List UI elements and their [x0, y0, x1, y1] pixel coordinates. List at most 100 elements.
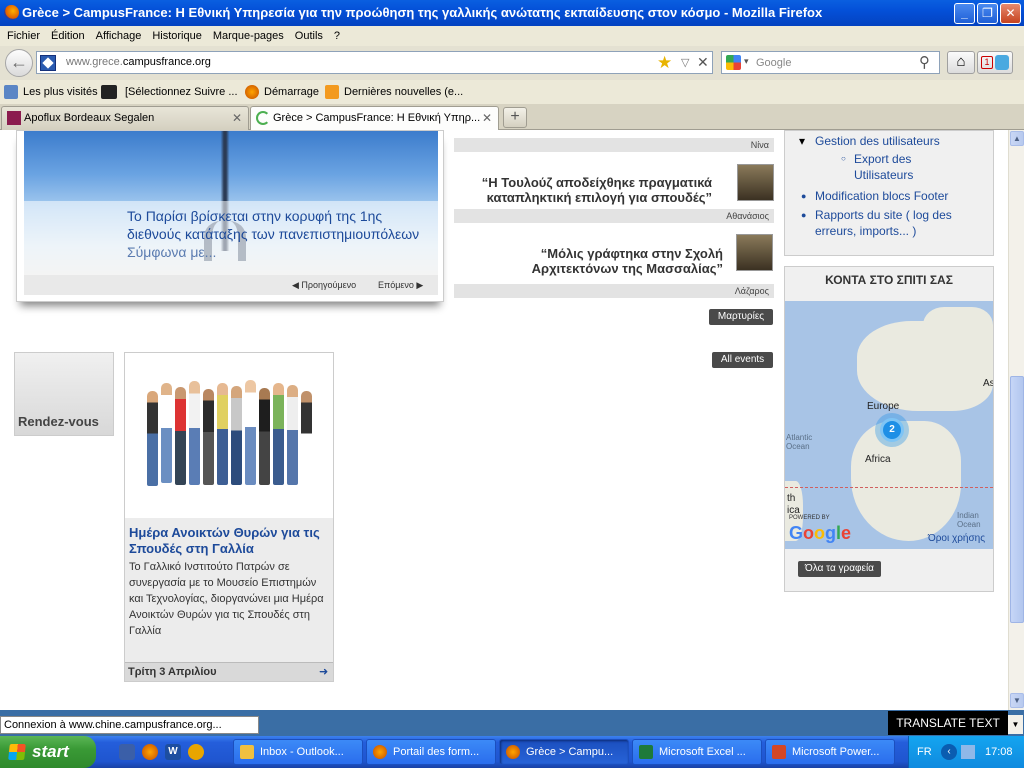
search-bar[interactable]: ▾ Google ⚲ — [721, 51, 940, 74]
firefox-icon — [506, 745, 520, 759]
event-title[interactable]: Ημέρα Ανοικτών Θυρών για τις Σπουδές στη… — [129, 525, 329, 557]
menu-edition[interactable]: Édition — [45, 26, 90, 46]
status-text: Connexion à www.chine.campusfrance.org..… — [0, 716, 259, 734]
scroll-down-icon[interactable]: ▼ — [1010, 693, 1024, 708]
window-title: Grèce > CampusFrance: Η Εθνική Υπηρεσία … — [22, 5, 823, 20]
tab-apoflux[interactable]: Apoflux Bordeaux Segalen ✕ — [1, 106, 249, 130]
offices-map[interactable]: Europe Africa As Atlantic Ocean Indian O… — [785, 301, 993, 549]
admin-link-footer[interactable]: Modification blocs Footer — [815, 188, 948, 204]
window-titlebar[interactable]: Grèce > CampusFrance: Η Εθνική Υπηρεσία … — [0, 0, 1024, 26]
scrollbar-thumb[interactable] — [1010, 376, 1024, 623]
most-visited-icon — [4, 85, 18, 99]
person-figure — [259, 388, 270, 485]
google-search-engine-icon[interactable] — [726, 55, 741, 70]
all-events-button[interactable]: All events — [712, 352, 773, 368]
person-figure — [217, 383, 228, 485]
bookmark-latest-news[interactable]: Dernières nouvelles (e... — [325, 80, 463, 104]
map-cluster-marker[interactable]: 2 — [880, 418, 904, 442]
close-button[interactable]: ✕ — [1000, 3, 1021, 24]
admin-link-gestion[interactable]: Gestion des utilisateurs — [815, 133, 940, 149]
navigation-toolbar: ← www.grece.campusfrance.org ★ ▽ ✕ ▾ Goo… — [0, 46, 1024, 80]
powered-by-label: POWERED BY — [789, 515, 830, 521]
map-label-indian: Indian Ocean — [957, 511, 981, 529]
testimonial-quote[interactable]: “Μόλις γράφτηκα στην Σχολή Αρχιτεκτόνων … — [470, 246, 723, 276]
tab-campusfrance[interactable]: Grèce > CampusFrance: Η Εθνική Υπηρ... ✕ — [250, 106, 499, 130]
person-figure — [301, 391, 312, 485]
testimonials-button[interactable]: Μαρτυρίες — [709, 309, 773, 325]
google-logo: Google — [789, 523, 852, 543]
minimize-button[interactable]: _ — [954, 3, 975, 24]
slide-headline[interactable]: Το Παρίσι βρίσκεται στην κορυφή της 1ης … — [127, 207, 427, 261]
home-button[interactable]: ⌂ — [947, 51, 975, 74]
bookmark-select-follow[interactable]: [Sélectionnez Suivre ... — [101, 80, 238, 104]
taskbar-item-excel[interactable]: Microsoft Excel ... — [632, 739, 762, 765]
event-date-bar[interactable]: Τρίτη 3 Απριλίου ➜ — [125, 662, 333, 681]
bookmark-star-icon[interactable]: ★ — [657, 53, 672, 73]
clock[interactable]: 17:08 — [985, 736, 1013, 768]
extension-button[interactable]: 1 — [977, 51, 1013, 74]
bookmark-most-visited[interactable]: Les plus visités — [4, 80, 98, 104]
back-button[interactable]: ← — [5, 49, 33, 77]
tab-close-icon[interactable]: ✕ — [482, 107, 492, 129]
vertical-scrollbar[interactable]: ▲ ▼ — [1008, 130, 1024, 710]
taskbar-item-outlook[interactable]: Inbox - Outlook... — [233, 739, 363, 765]
scroll-down-icon[interactable]: ▼ — [1008, 715, 1023, 734]
start-button[interactable]: start — [0, 736, 96, 768]
menu-affichage[interactable]: Affichage — [90, 26, 147, 46]
admin-link-export[interactable]: Export des Utilisateurs — [854, 151, 974, 183]
url-dropdown-icon[interactable]: ▽ — [681, 56, 689, 69]
arrow-right-icon[interactable]: ➜ — [319, 663, 328, 681]
slide-prev-button[interactable]: ◀ Προηγούμενο — [292, 275, 356, 295]
map-terms-link[interactable]: Όροι χρήσης — [928, 533, 985, 544]
maximize-button[interactable]: ❐ — [977, 3, 998, 24]
url-text[interactable]: www.grece.campusfrance.org — [66, 56, 211, 68]
taskbar-item-grece[interactable]: Grèce > Campu... — [499, 739, 629, 765]
media-quicklaunch-icon[interactable] — [188, 744, 204, 760]
menu-outils[interactable]: Outils — [289, 26, 328, 46]
taskbar-item-powerpoint[interactable]: Microsoft Power... — [765, 739, 895, 765]
menu-marque-pages[interactable]: Marque-pages — [207, 26, 289, 46]
map-land-asia — [923, 307, 993, 367]
map-label-europe: Europe — [867, 401, 900, 412]
map-tropic-line — [785, 487, 993, 488]
language-indicator[interactable]: FR — [917, 736, 932, 768]
menu-fichier[interactable]: Fichier — [0, 26, 45, 46]
testimonial-quote[interactable]: “Η Τουλούζ αποδείχθηκε πραγματικά καταπλ… — [456, 175, 712, 205]
tray-expand-icon[interactable]: ‹ — [941, 744, 957, 760]
stop-icon[interactable]: ✕ — [697, 54, 709, 71]
bookmark-demarrage[interactable]: Démarrage — [245, 80, 319, 104]
firefox-quicklaunch-icon[interactable] — [142, 744, 158, 760]
tab-close-icon[interactable]: ✕ — [232, 107, 242, 129]
testimonial-author-bar: Νίνα — [454, 138, 774, 152]
person-figure — [189, 381, 200, 485]
search-input[interactable]: Google — [756, 57, 791, 69]
menu-help[interactable]: ? — [328, 26, 345, 46]
system-tray: FR ‹ 17:08 — [908, 736, 1024, 768]
slide-next-button[interactable]: Επόμενο ▶ — [378, 275, 423, 295]
map-label-atlantic: Atlantic Ocean — [786, 433, 813, 451]
page-content: Το Παρίσι βρίσκεται στην κορυφή της 1ης … — [0, 130, 1008, 710]
person-figure — [161, 383, 172, 483]
menu-bar: Fichier Édition Affichage Historique Marque-… — [0, 26, 1024, 46]
news-slider: Το Παρίσι βρίσκεται στην κορυφή της 1ης … — [16, 130, 444, 302]
admin-link-rapports[interactable]: Rapports du site ( log des erreurs, impo… — [815, 207, 985, 239]
menu-historique[interactable]: Historique — [146, 26, 207, 46]
scroll-up-icon[interactable]: ▲ — [1010, 131, 1024, 146]
word-quicklaunch-icon[interactable]: W — [165, 744, 181, 760]
url-bar[interactable]: www.grece.campusfrance.org ★ ▽ ✕ — [36, 51, 713, 74]
event-card: Ημέρα Ανοικτών Θυρών για τις Σπουδές στη… — [124, 352, 334, 682]
show-desktop-icon[interactable] — [119, 744, 135, 760]
status-bar: Connexion à www.chine.campusfrance.org..… — [0, 710, 1024, 736]
firefox-icon — [245, 85, 259, 99]
search-engine-dropdown-icon[interactable]: ▾ — [744, 56, 749, 67]
rendezvous-tab[interactable]: Rendez-vous — [14, 352, 114, 436]
new-tab-button[interactable]: + — [503, 107, 527, 128]
bookmarks-toolbar: Les plus visités [Sélectionnez Suivre ..… — [0, 80, 1024, 104]
all-offices-button[interactable]: Όλα τα γραφεία — [798, 561, 881, 577]
translate-text-button[interactable]: TRANSLATE TEXT — [888, 711, 1008, 735]
network-icon[interactable] — [961, 745, 975, 759]
event-image-students[interactable] — [125, 353, 333, 518]
taskbar-item-portail[interactable]: Portail des form... — [366, 739, 496, 765]
map-label-south-america: th — [787, 493, 796, 504]
search-icon[interactable]: ⚲ — [919, 53, 930, 71]
